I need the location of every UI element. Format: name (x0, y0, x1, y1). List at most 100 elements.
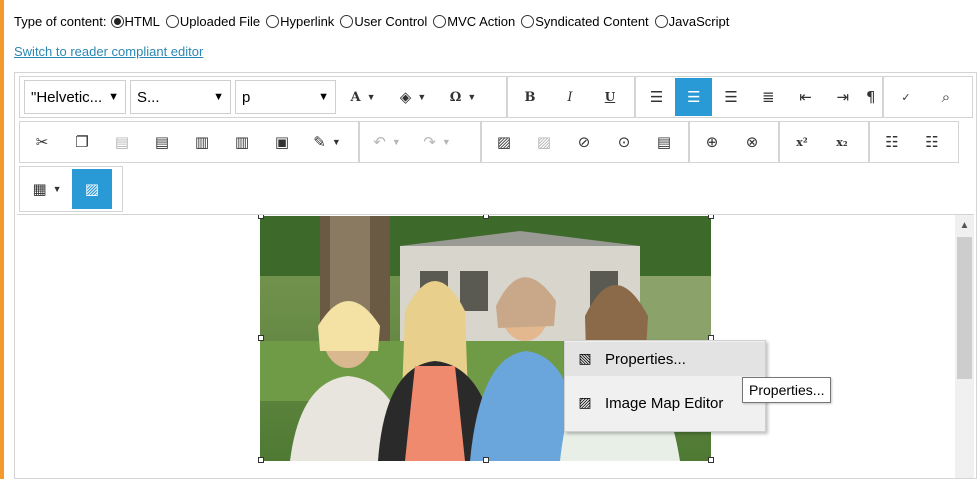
align-center-button[interactable]: ☰ (675, 78, 713, 116)
spellcheck-button[interactable]: ✓ (886, 78, 926, 116)
script-group: x² x₂ (779, 121, 869, 163)
subscript-button[interactable]: x₂ (822, 123, 862, 161)
hyperlink-button[interactable]: ⊕ (692, 123, 732, 161)
special-characters-button[interactable]: Ω ▼ (438, 78, 488, 116)
properties-tooltip: Properties... (742, 377, 832, 403)
remove-link-button[interactable]: ⊗ (732, 123, 772, 161)
radio-javascript[interactable] (654, 14, 668, 28)
copy-icon: ❐ (75, 132, 89, 151)
compass-icon: ⊘ (577, 132, 591, 151)
italic-button[interactable]: I (550, 78, 590, 116)
bullet-list-button[interactable]: ☷ (912, 123, 952, 161)
vertical-scrollbar[interactable]: ▲ (955, 215, 974, 478)
radio-syndicated[interactable] (521, 14, 535, 28)
image-properties-button[interactable]: ▨ (524, 123, 564, 161)
document-icon: ▤ (656, 132, 672, 151)
resize-handle[interactable] (483, 457, 489, 463)
radio-user-control[interactable] (340, 14, 354, 28)
content-type-uploaded-file[interactable]: Uploaded File (165, 14, 260, 29)
content-type-syndicated[interactable]: Syndicated Content (521, 14, 649, 29)
font-color-button[interactable]: A ▼ (338, 78, 388, 116)
indent-button[interactable]: ⇥ (824, 78, 861, 116)
chevron-down-icon: ▼ (467, 92, 477, 102)
content-type-hyperlink[interactable]: Hyperlink (266, 14, 334, 29)
insert-table-button[interactable]: ▦ ▼ (22, 170, 72, 208)
switch-editor-link[interactable]: Switch to reader compliant editor (14, 44, 203, 59)
paste-html-button[interactable]: ▣ (262, 123, 302, 161)
paragraph-mark-button[interactable]: ¶ (861, 78, 880, 116)
align-left-icon: ☰ (649, 87, 664, 106)
undo-button[interactable]: ↶ ▼ (362, 123, 412, 161)
paste-plain-button[interactable]: ▤ (142, 123, 182, 161)
format-painter-button[interactable]: ✎ ▼ (302, 123, 352, 161)
outdent-icon: ⇤ (799, 87, 812, 106)
paste-button[interactable]: ▤ (102, 123, 142, 161)
scroll-thumb[interactable] (957, 237, 972, 379)
bullet-list-icon: ☷ (925, 132, 939, 151)
undo-icon: ↶ (373, 132, 386, 151)
paste-word-clean-button[interactable]: ▥ (222, 123, 262, 161)
document-manager-button[interactable]: ▤ (644, 123, 684, 161)
underline-button[interactable]: U (590, 78, 630, 116)
font-family-dropdown[interactable]: "Helvetic... ▼ (24, 80, 126, 114)
content-type-user-control[interactable]: User Control (340, 14, 427, 29)
resize-handle[interactable] (483, 215, 489, 219)
play-icon: ⊙ (617, 132, 631, 151)
left-accent-bar (0, 0, 4, 479)
justify-icon: ≣ (762, 87, 775, 106)
outdent-button[interactable]: ⇤ (787, 78, 824, 116)
flash-manager-button[interactable]: ⊘ (564, 123, 604, 161)
content-type-html[interactable]: HTML (110, 14, 160, 29)
paste-word-button[interactable]: ▥ (182, 123, 222, 161)
redo-button[interactable]: ↷ ▼ (412, 123, 462, 161)
resize-handle[interactable] (258, 457, 264, 463)
align-center-icon: ☰ (687, 87, 701, 106)
chevron-down-icon: ▼ (108, 91, 119, 103)
align-right-button[interactable]: ☰ (712, 78, 749, 116)
align-left-button[interactable]: ☰ (638, 78, 675, 116)
bold-button[interactable]: B (510, 78, 550, 116)
editor-content-area[interactable]: ▲ (17, 214, 974, 478)
context-menu-properties[interactable]: ▧ Properties... (565, 342, 765, 376)
resize-handle[interactable] (708, 215, 714, 219)
radio-uploaded-file[interactable] (165, 14, 179, 28)
brush-icon: ✎ (313, 132, 326, 151)
image-map-button[interactable]: ▨ (72, 169, 112, 209)
font-size-dropdown[interactable]: S... ▼ (130, 80, 231, 114)
font-color-icon: A (350, 89, 361, 105)
paste-html-icon: ▣ (274, 132, 290, 151)
radio-hyperlink[interactable] (266, 14, 280, 28)
context-menu: ▧ Properties... ▨ Image Map Editor (564, 340, 766, 432)
content-type-javascript[interactable]: JavaScript (654, 14, 729, 29)
resize-handle[interactable] (258, 335, 264, 341)
indent-icon: ⇥ (836, 87, 850, 106)
find-button[interactable]: ⌕ (926, 78, 966, 116)
image-map-icon: ▨ (578, 395, 592, 411)
resize-handle[interactable] (708, 457, 714, 463)
paste-word-clean-icon: ▥ (234, 132, 250, 151)
omega-icon: Ω (449, 89, 462, 105)
cut-button[interactable]: ✂ (22, 123, 62, 161)
properties-icon: ▧ (578, 351, 592, 367)
chevron-down-icon: ▼ (441, 137, 451, 147)
context-menu-image-map-editor[interactable]: ▨ Image Map Editor (565, 386, 765, 420)
alignment-group: ☰ ☰ ☰ ≣ ⇤ ⇥ ¶ (635, 76, 883, 118)
link-globe-icon: ⊕ (705, 132, 719, 151)
copy-button[interactable]: ❐ (62, 123, 102, 161)
radio-mvc-action[interactable] (433, 14, 447, 28)
paragraph-format-dropdown[interactable]: p ▼ (235, 80, 336, 114)
clipboard-group: ✂ ❐ ▤ ▤ ▥ ▥ ▣ ✎ ▼ (19, 121, 359, 163)
resize-handle[interactable] (258, 215, 264, 219)
media-manager-button[interactable]: ⊙ (604, 123, 644, 161)
superscript-button[interactable]: x² (782, 123, 822, 161)
chevron-down-icon: ▼ (318, 91, 329, 103)
scroll-up-arrow-icon[interactable]: ▲ (955, 217, 974, 233)
list-group: ☷ ☷ (869, 121, 959, 163)
numbered-list-button[interactable]: ☷ (872, 123, 912, 161)
content-type-selector: Type of content: HTML Uploaded File Hype… (14, 11, 735, 31)
content-type-mvc-action[interactable]: MVC Action (433, 14, 515, 29)
background-color-button[interactable]: ◈ ▼ (388, 78, 438, 116)
image-manager-button[interactable]: ▨ (484, 123, 524, 161)
radio-html[interactable] (110, 14, 124, 28)
justify-button[interactable]: ≣ (750, 78, 787, 116)
